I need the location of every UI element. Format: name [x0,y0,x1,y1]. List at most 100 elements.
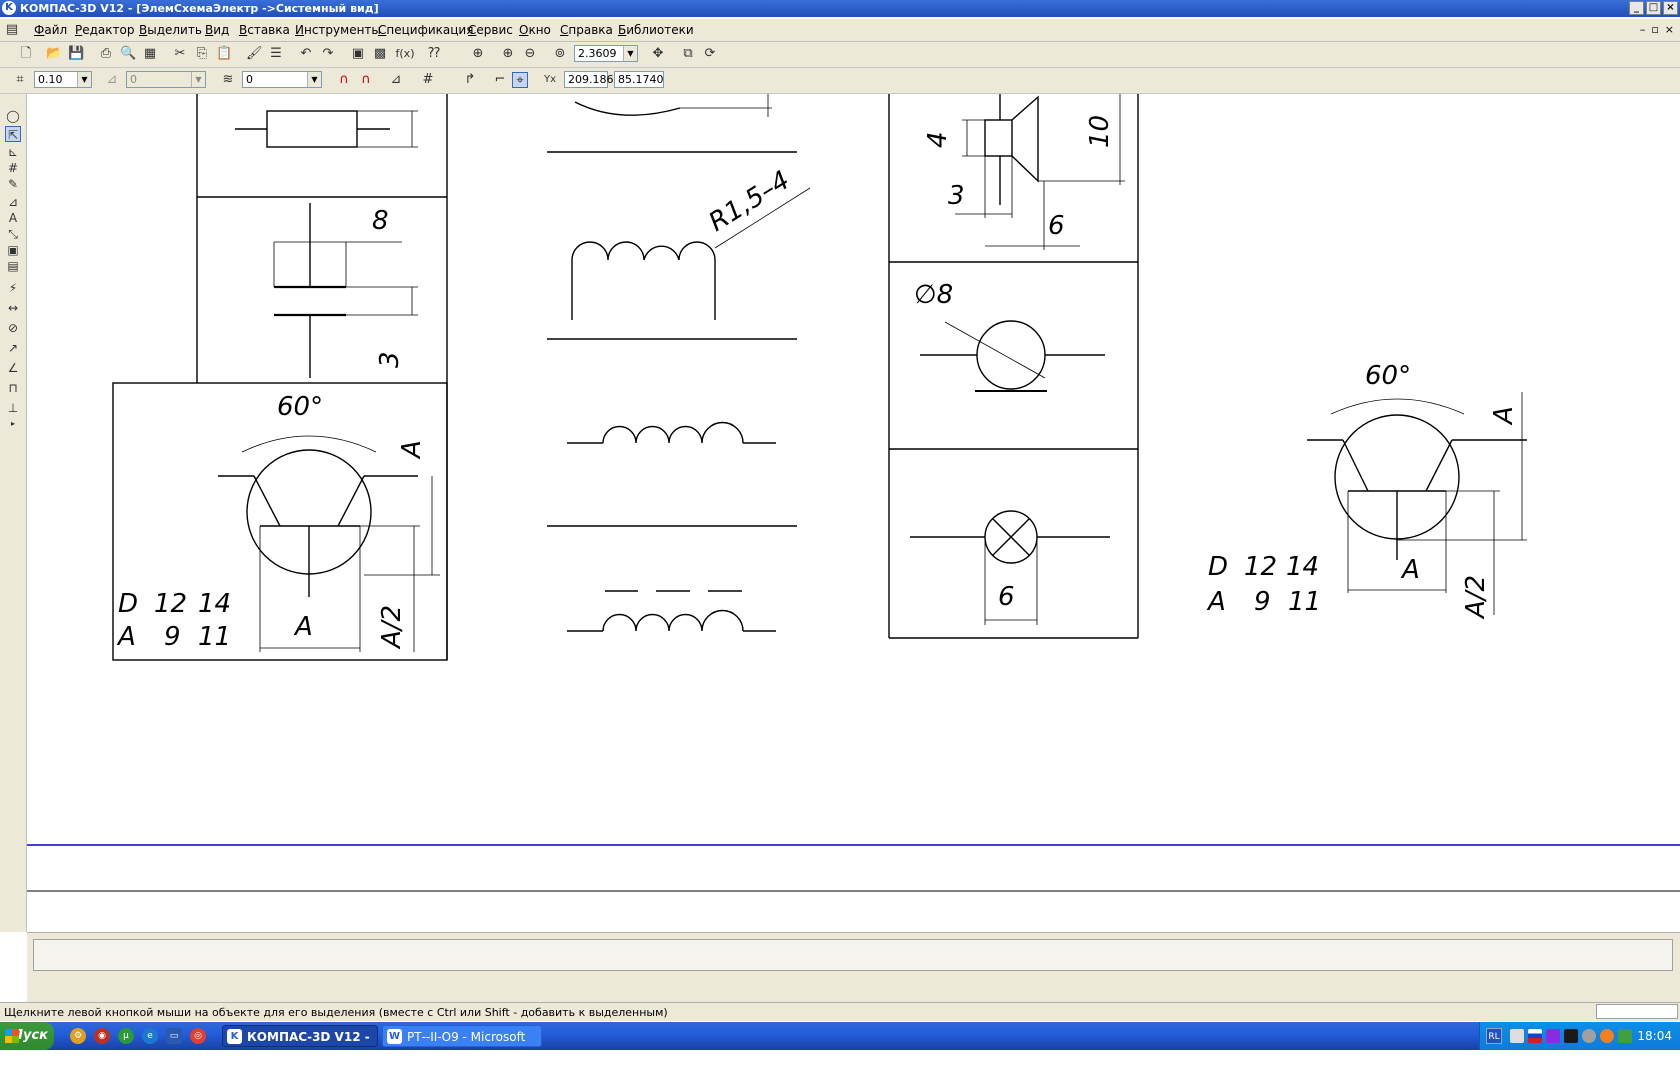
linear-dimension-icon[interactable]: ↔ [5,300,21,316]
more-tools-icon[interactable]: ▸ [5,416,21,432]
quicklaunch-media-icon[interactable]: ◉ [94,1028,110,1044]
menu-specification[interactable]: Спецификация [378,23,473,37]
transistor-left-angle: 60° [277,392,323,422]
zoom-scale-field[interactable]: 2.3609 ▼ [574,45,638,62]
zoom-out-icon[interactable]: ⊖ [522,46,538,62]
quicklaunch-chrome-icon[interactable]: ◎ [190,1028,206,1044]
measure-icon[interactable]: ⤡ [5,226,21,242]
geometry-icon[interactable]: ◯ [5,108,21,124]
diameter-icon[interactable]: ⊘ [5,320,21,336]
menu-edit[interactable]: Редактор [75,23,134,37]
hatch-icon[interactable]: ⚡ [5,280,21,296]
edit-icon[interactable]: ✎ [5,176,21,192]
view-icon[interactable]: ▣ [5,242,21,258]
round-icon[interactable]: ⌐ [492,72,508,88]
variables-icon[interactable]: ▩ [372,46,388,62]
mdi-close-button[interactable]: × [1665,23,1674,36]
tray-battery-icon[interactable] [1564,1029,1578,1043]
quicklaunch-app-icon[interactable]: ⚙ [70,1028,86,1044]
quicklaunch-ie-icon[interactable]: e [142,1028,158,1044]
snap-toggle-icon[interactable]: ⌖ [512,72,528,88]
snap-magnet-icon[interactable]: ∩ [336,72,352,88]
tray-flag-icon[interactable] [1528,1029,1542,1043]
clock: 18:04 [1637,1029,1672,1043]
print-preview-icon[interactable]: 🔍 [120,46,136,62]
show-all-icon[interactable]: ⧉ [680,46,696,62]
help-pointer-icon[interactable]: ⁇ [426,46,442,62]
copy-icon[interactable]: ⎘ [194,46,210,62]
roughness-icon[interactable]: ⊥ [5,400,21,416]
close-button[interactable]: × [1663,1,1678,15]
undo-icon[interactable]: ↶ [298,46,314,62]
minimize-button[interactable]: _ [1629,1,1644,15]
cursor-step-field[interactable]: 0.10 ▼ [34,71,92,88]
menu-insert[interactable]: Вставка [239,23,290,37]
ortho-icon[interactable]: ⊿ [388,72,404,88]
local-cs-icon[interactable]: ↱ [462,72,478,88]
redo-icon[interactable]: ↷ [320,46,336,62]
menu-file[interactable]: Файл [34,23,67,37]
page-setup-icon[interactable]: ▦ [142,46,158,62]
task-word[interactable]: W РТ--II-О9 - Microsoft Word [382,1025,542,1066]
tray-app-icon[interactable] [1510,1029,1524,1043]
menu-window[interactable]: Окно [519,23,551,37]
grid-toggle-icon[interactable]: # [5,160,21,176]
start-button[interactable]: Пуск [0,1022,54,1050]
cut-icon[interactable]: ✂ [172,46,188,62]
format-painter-icon[interactable]: 🖌 [246,46,263,62]
menu-select[interactable]: Выделить [139,23,202,37]
mdi-minimize-button[interactable]: – [1640,23,1646,36]
radius-icon[interactable]: ↗ [5,340,21,356]
quicklaunch-utorrent-icon[interactable]: µ [118,1028,134,1044]
refresh-icon[interactable]: ⟳ [702,46,718,62]
cursor-step-icon[interactable]: ⌗ [12,72,28,88]
parametrization-icon[interactable]: ⊿ [5,194,21,210]
language-indicator[interactable]: RL [1486,1028,1502,1044]
quicklaunch-desktop-icon[interactable]: ▭ [166,1028,182,1044]
current-state-toolbar: ⌗ 0.10 ▼ ⊿ 0 ▼ ≋ 0 ▼ ∩ ∩ ⊿ # ↱ ⌐ ⌖ Yx 20… [0,68,1680,94]
document-menu-icon[interactable]: ▤ [4,22,20,38]
frame-icon[interactable]: ⊓ [5,380,21,396]
tray-network-icon[interactable] [1546,1029,1560,1043]
zoom-scale-icon[interactable]: ⊚ [552,46,568,62]
tray-update-icon[interactable] [1600,1029,1614,1043]
new-document-icon[interactable]: 🗋 [18,46,34,62]
save-icon[interactable]: 💾 [68,46,84,62]
spec-icon[interactable]: ▤ [5,258,21,274]
chevron-down-icon[interactable]: ▼ [77,72,91,87]
chevron-down-icon[interactable]: ▼ [307,72,321,87]
coord-x-field[interactable]: 209.186 [564,71,614,88]
transistor-left-table-11: 11 [198,622,231,652]
paste-icon[interactable]: 📋 [216,46,232,62]
drawing-canvas[interactable]: 8 3 60° А А А/2 D 12 14 А 9 11 R1,5–4 4 … [27,94,1680,932]
select-icon[interactable]: ⇱ [5,126,21,142]
angle-dimension-icon[interactable]: ∠ [5,360,21,376]
menu-help[interactable]: Справка [560,23,613,37]
layer-field[interactable]: 0 ▼ [242,71,322,88]
manager-icon[interactable]: ▣ [350,46,366,62]
menu-tools[interactable]: Инструменты [295,23,381,37]
menu-libraries[interactable]: Библиотеки [618,23,694,37]
grid-icon[interactable]: # [420,72,436,88]
pan-icon[interactable]: ✥ [650,46,666,62]
tray-volume-icon[interactable] [1582,1029,1596,1043]
menu-view[interactable]: Вид [205,23,229,37]
layers-icon[interactable]: ≋ [220,72,236,88]
fx-icon[interactable]: f(x) [394,46,416,62]
coord-y-field[interactable]: 85.1740 [614,71,664,88]
dimensions-icon[interactable]: ⊾ [5,144,21,160]
mdi-restore-button[interactable]: ▫ [1651,23,1658,36]
zoom-window-icon[interactable]: ⊕ [470,46,486,62]
print-icon[interactable]: ⎙ [98,46,114,62]
chevron-down-icon[interactable]: ▼ [623,46,637,61]
properties-icon[interactable]: ☰ [268,46,284,62]
zoom-in-icon[interactable]: ⊕ [500,46,516,62]
task-kompas[interactable]: K КОМПАС-3D V12 - [Эл... [222,1025,378,1066]
open-folder-icon[interactable]: 📂 [46,46,62,62]
local-snap-icon[interactable]: ∩ [358,72,374,88]
maximize-button[interactable]: □ [1646,1,1661,15]
taskbar: Пуск ⚙ ◉ µ e ▭ ◎ K КОМПАС-3D V12 - [Эл..… [0,1022,1680,1066]
tray-nvidia-icon[interactable] [1618,1029,1632,1043]
menu-service[interactable]: Сервис [468,23,513,37]
notation-icon[interactable]: A [5,210,21,226]
